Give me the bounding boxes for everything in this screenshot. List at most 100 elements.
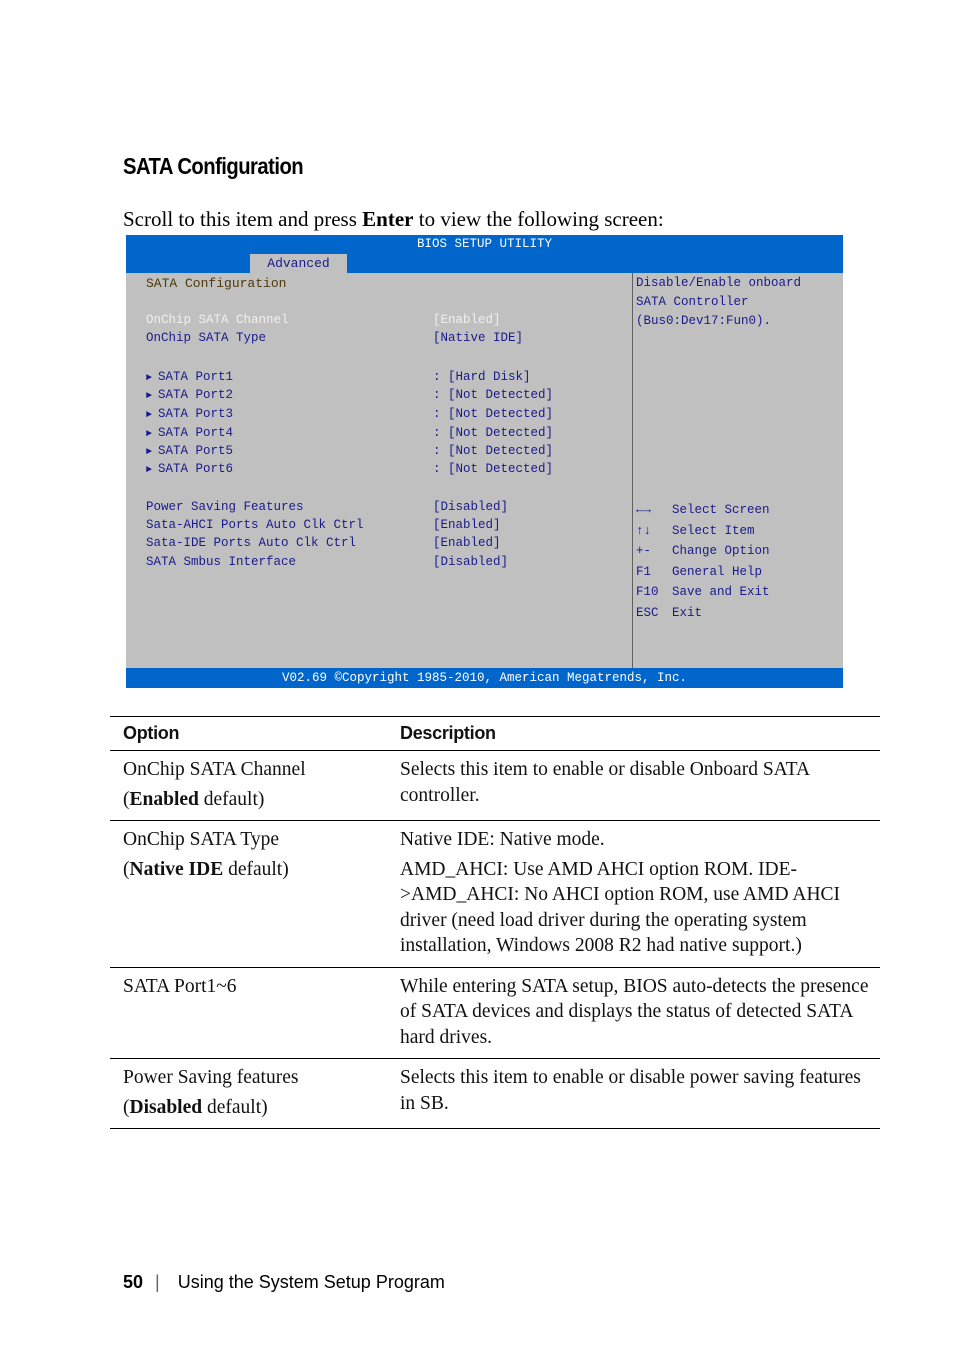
- key-action: Select Item: [672, 523, 755, 538]
- page-footer: 50 | Using the System Setup Program: [123, 1272, 445, 1293]
- setting-label: SATA Port1: [158, 370, 234, 384]
- setting-label: OnChip SATA Type: [146, 331, 267, 345]
- bios-copyright: V02.69 ©Copyright 1985-2010, American Me…: [126, 668, 843, 688]
- option-cell: OnChip SATA Channel (Enabled default): [110, 750, 387, 821]
- setting-sata-port2[interactable]: ► SATA Port2 : [Not Detected]: [146, 386, 553, 404]
- key-label: F10: [636, 585, 659, 599]
- description-cell: Native IDE: Native mode. AMD_AHCI: Use A…: [387, 820, 880, 968]
- setting-label: Sata-IDE Ports Auto Clk Ctrl: [146, 536, 357, 550]
- submenu-arrow-icon: ►: [146, 429, 153, 440]
- option-default: (Enabled default): [123, 788, 265, 810]
- setting-value: : [Not Detected]: [433, 407, 554, 421]
- table-row: Power Saving features (Disabled default)…: [110, 1058, 880, 1129]
- header-description: Description: [387, 716, 880, 751]
- key-action: General Help: [672, 564, 763, 579]
- setting-label: Sata-AHCI Ports Auto Clk Ctrl: [146, 518, 364, 532]
- description-text: While entering SATA setup, BIOS auto-det…: [400, 975, 869, 1048]
- bios-header: BIOS SETUP UTILITY Advanced: [126, 235, 843, 273]
- setting-label: SATA Port2: [158, 388, 234, 402]
- table-header-row: Option Description: [110, 716, 880, 751]
- key-label: +-: [636, 544, 652, 558]
- setting-power-saving-features[interactable]: Power Saving Features [Disabled]: [146, 498, 508, 516]
- bios-settings-panel: SATA Configuration OnChip SATA Channel […: [126, 273, 633, 668]
- setting-value: : [Not Detected]: [433, 444, 554, 458]
- key-label: F1: [636, 564, 652, 579]
- description-cell: While entering SATA setup, BIOS auto-det…: [387, 967, 880, 1059]
- setting-sata-port6[interactable]: ► SATA Port6 : [Not Detected]: [146, 460, 553, 478]
- key-help-general-help: F1 General Help: [636, 562, 770, 583]
- up-down-arrows-icon: ↑↓: [636, 523, 652, 538]
- description-cell: Selects this item to enable or disable p…: [387, 1058, 880, 1129]
- setting-label: SATA Port4: [158, 426, 234, 440]
- intro-text: Scroll to this item and press Enter to v…: [123, 207, 664, 232]
- setting-value: : [Not Detected]: [433, 426, 554, 440]
- option-cell: OnChip SATA Type (Native IDE default): [110, 820, 387, 968]
- setting-onchip-sata-type[interactable]: OnChip SATA Type [Native IDE]: [146, 329, 523, 347]
- key-help-select-item: ↑↓ Select Item: [636, 521, 770, 542]
- table-row: SATA Port1~6 While entering SATA setup, …: [110, 967, 880, 1059]
- key-help-change-option: +- Change Option: [636, 541, 770, 562]
- setting-value: : [Not Detected]: [433, 388, 554, 402]
- option-name: Power Saving features: [123, 1067, 299, 1088]
- option-name: OnChip SATA Type: [123, 829, 279, 850]
- setting-label: SATA Smbus Interface: [146, 555, 297, 569]
- option-cell: SATA Port1~6: [110, 967, 387, 1059]
- help-line: Disable/Enable onboard: [636, 276, 802, 290]
- bios-title: BIOS SETUP UTILITY: [416, 237, 553, 251]
- submenu-arrow-icon: ►: [146, 447, 153, 458]
- key-help-select-screen: ←→ Select Screen: [636, 500, 770, 521]
- key-action: Change Option: [672, 544, 770, 558]
- setting-label: Power Saving Features: [146, 500, 304, 514]
- option-default: (Disabled default): [123, 1096, 268, 1118]
- bios-page-title: SATA Configuration: [146, 276, 287, 291]
- setting-sata-smbus-interface[interactable]: SATA Smbus Interface [Disabled]: [146, 553, 508, 571]
- setting-onchip-sata-channel[interactable]: OnChip SATA Channel [Enabled]: [146, 311, 501, 329]
- setting-label: SATA Port6: [158, 462, 234, 476]
- setting-label: SATA Port5: [158, 444, 234, 458]
- footer-separator: |: [155, 1272, 160, 1292]
- setting-sata-port5[interactable]: ► SATA Port5 : [Not Detected]: [146, 442, 553, 460]
- setting-sata-port1[interactable]: ► SATA Port1 : [Hard Disk]: [146, 368, 531, 386]
- setting-value: : [Not Detected]: [433, 462, 554, 476]
- key-help-list: ←→ Select Screen ↑↓ Select Item +- Change O…: [636, 500, 770, 623]
- key-action: Select Screen: [672, 503, 770, 517]
- option-name: SATA Port1~6: [123, 975, 237, 997]
- setting-sata-ide-clk-ctrl[interactable]: Sata-IDE Ports Auto Clk Ctrl [Enabled]: [146, 534, 501, 552]
- key-help-exit: ESC Exit: [636, 603, 770, 624]
- options-table: Option Description OnChip SATA Channel (…: [110, 716, 880, 1129]
- intro-after: to view the following screen:: [413, 207, 664, 231]
- help-line: (Bus0:Dev17:Fun0).: [636, 314, 772, 328]
- table-row: OnChip SATA Channel (Enabled default) Se…: [110, 750, 880, 821]
- key-action: Save and Exit: [672, 585, 770, 599]
- bios-help-panel: Disable/Enable onboard SATA Controller (…: [633, 273, 843, 668]
- description-text: Selects this item to enable or disable p…: [400, 1067, 861, 1114]
- submenu-arrow-icon: ►: [146, 391, 153, 402]
- setting-label: OnChip SATA Channel: [146, 313, 289, 327]
- intro-key: Enter: [362, 207, 414, 231]
- setting-value: [Native IDE]: [433, 331, 524, 345]
- key-action: Exit: [672, 605, 703, 620]
- description-text: Native IDE: Native mode.: [400, 829, 605, 850]
- option-cell: Power Saving features (Disabled default): [110, 1058, 387, 1129]
- header-option: Option: [110, 716, 387, 751]
- bios-screenshot: BIOS SETUP UTILITY Advanced SATA Configu…: [126, 235, 843, 688]
- key-label: ESC: [636, 605, 659, 620]
- setting-value: [Enabled]: [433, 313, 501, 327]
- setting-value: [Enabled]: [433, 536, 501, 550]
- left-right-arrows-icon: ←→: [636, 503, 652, 517]
- page-number: 50: [123, 1272, 144, 1292]
- description-text: AMD_AHCI: Use AMD AHCI option ROM. IDE->…: [400, 858, 841, 957]
- setting-sata-port3[interactable]: ► SATA Port3 : [Not Detected]: [146, 405, 553, 423]
- key-help-save-exit: F10 Save and Exit: [636, 582, 770, 603]
- table-row: OnChip SATA Type (Native IDE default) Na…: [110, 820, 880, 968]
- setting-label: SATA Port3: [158, 407, 234, 421]
- help-line: SATA Controller: [636, 295, 749, 309]
- setting-sata-port4[interactable]: ► SATA Port4 : [Not Detected]: [146, 424, 553, 442]
- setting-sata-ahci-clk-ctrl[interactable]: Sata-AHCI Ports Auto Clk Ctrl [Enabled]: [146, 516, 501, 534]
- setting-value: [Disabled]: [433, 500, 509, 514]
- setting-value: [Enabled]: [433, 518, 501, 532]
- intro-before: Scroll to this item and press: [123, 207, 363, 231]
- tab-advanced[interactable]: Advanced: [250, 254, 347, 273]
- submenu-arrow-icon: ►: [146, 465, 153, 476]
- description-text: Selects this item to enable or disable O…: [400, 759, 809, 806]
